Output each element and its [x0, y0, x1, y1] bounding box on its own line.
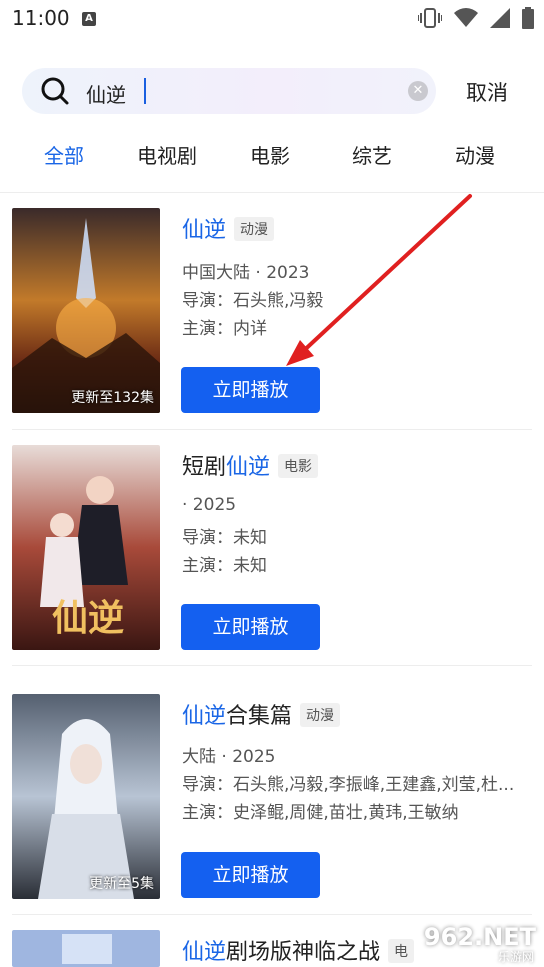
category-tabs: 全部 电视剧 电影 综艺 动漫 — [0, 140, 544, 176]
genre-tag: 电 — [388, 939, 415, 963]
vibrate-icon — [418, 8, 442, 28]
poster-image[interactable]: 仙逆 — [12, 445, 160, 650]
search-query: 仙逆 — [86, 83, 126, 107]
divider — [12, 665, 532, 666]
title-rest: 剧场版神临之战 — [226, 940, 381, 965]
tab-movie[interactable]: 电影 — [250, 140, 290, 169]
watermark-sub: 乐游网 — [497, 950, 534, 964]
status-icons — [418, 7, 534, 29]
tab-tv-series[interactable]: 电视剧 — [137, 140, 197, 169]
search-input[interactable]: 仙逆 ✕ — [22, 68, 436, 114]
cancel-button[interactable]: 取消 — [466, 77, 508, 107]
text-caret — [144, 78, 146, 104]
genre-tag: 电影 — [278, 454, 319, 478]
poster-image[interactable]: 更新至5集 — [12, 694, 160, 899]
episode-badge: 更新至5集 — [89, 876, 154, 892]
director: 导演：未知 — [182, 528, 267, 548]
result-title[interactable]: 仙逆 动漫 — [182, 212, 275, 244]
title-prefix: 短剧 — [182, 455, 227, 480]
search-row: 仙逆 ✕ 取消 — [22, 68, 522, 114]
search-icon — [41, 77, 69, 105]
tab-anime[interactable]: 动漫 — [455, 140, 495, 169]
title-highlight: 仙逆 — [182, 218, 227, 243]
signal-icon — [490, 8, 510, 28]
status-bar: 11:00 A — [0, 0, 544, 38]
watermark-logo: 962.NET — [423, 923, 536, 951]
region-year: · 2025 — [182, 495, 237, 515]
region-year: 大陆 · 2025 — [182, 747, 276, 767]
svg-text:仙逆: 仙逆 — [52, 597, 124, 639]
title-rest: 合集篇 — [226, 704, 293, 729]
title-highlight: 仙逆 — [182, 704, 227, 729]
divider — [12, 914, 532, 915]
poster-image[interactable] — [12, 930, 160, 967]
director: 导演：石头熊,冯毅 — [182, 291, 324, 311]
cast: 主演：史泽鲲,周健,苗壮,黄玮,王敏纳 — [182, 803, 459, 823]
notification-app-icon: A — [82, 12, 96, 26]
clear-icon[interactable]: ✕ — [408, 81, 428, 101]
region-year: 中国大陆 · 2023 — [182, 263, 310, 283]
play-button[interactable]: 立即播放 — [181, 367, 320, 413]
genre-tag: 动漫 — [234, 217, 275, 241]
play-button[interactable]: 立即播放 — [181, 852, 320, 898]
genre-tag: 动漫 — [300, 703, 341, 727]
divider — [12, 429, 532, 430]
cast: 主演：内详 — [182, 319, 267, 339]
title-highlight: 仙逆 — [226, 455, 271, 480]
wifi-icon — [454, 8, 478, 27]
result-title[interactable]: 仙逆剧场版神临之战电 — [182, 934, 415, 966]
battery-icon — [522, 7, 534, 29]
title-highlight: 仙逆 — [182, 940, 227, 965]
play-button[interactable]: 立即播放 — [181, 604, 320, 650]
status-time: 11:00 — [12, 6, 70, 30]
result-title[interactable]: 仙逆合集篇 动漫 — [182, 698, 341, 730]
cast: 主演：未知 — [182, 556, 267, 576]
director: 导演：石头熊,冯毅,李振峰,王建鑫,刘莹,杜... — [182, 775, 515, 795]
episode-badge: 更新至132集 — [71, 390, 154, 406]
result-title[interactable]: 短剧仙逆 电影 — [182, 449, 319, 481]
divider — [0, 192, 544, 193]
tab-variety[interactable]: 综艺 — [352, 140, 392, 169]
poster-image[interactable]: 更新至132集 — [12, 208, 160, 413]
tab-all[interactable]: 全部 — [44, 140, 84, 169]
